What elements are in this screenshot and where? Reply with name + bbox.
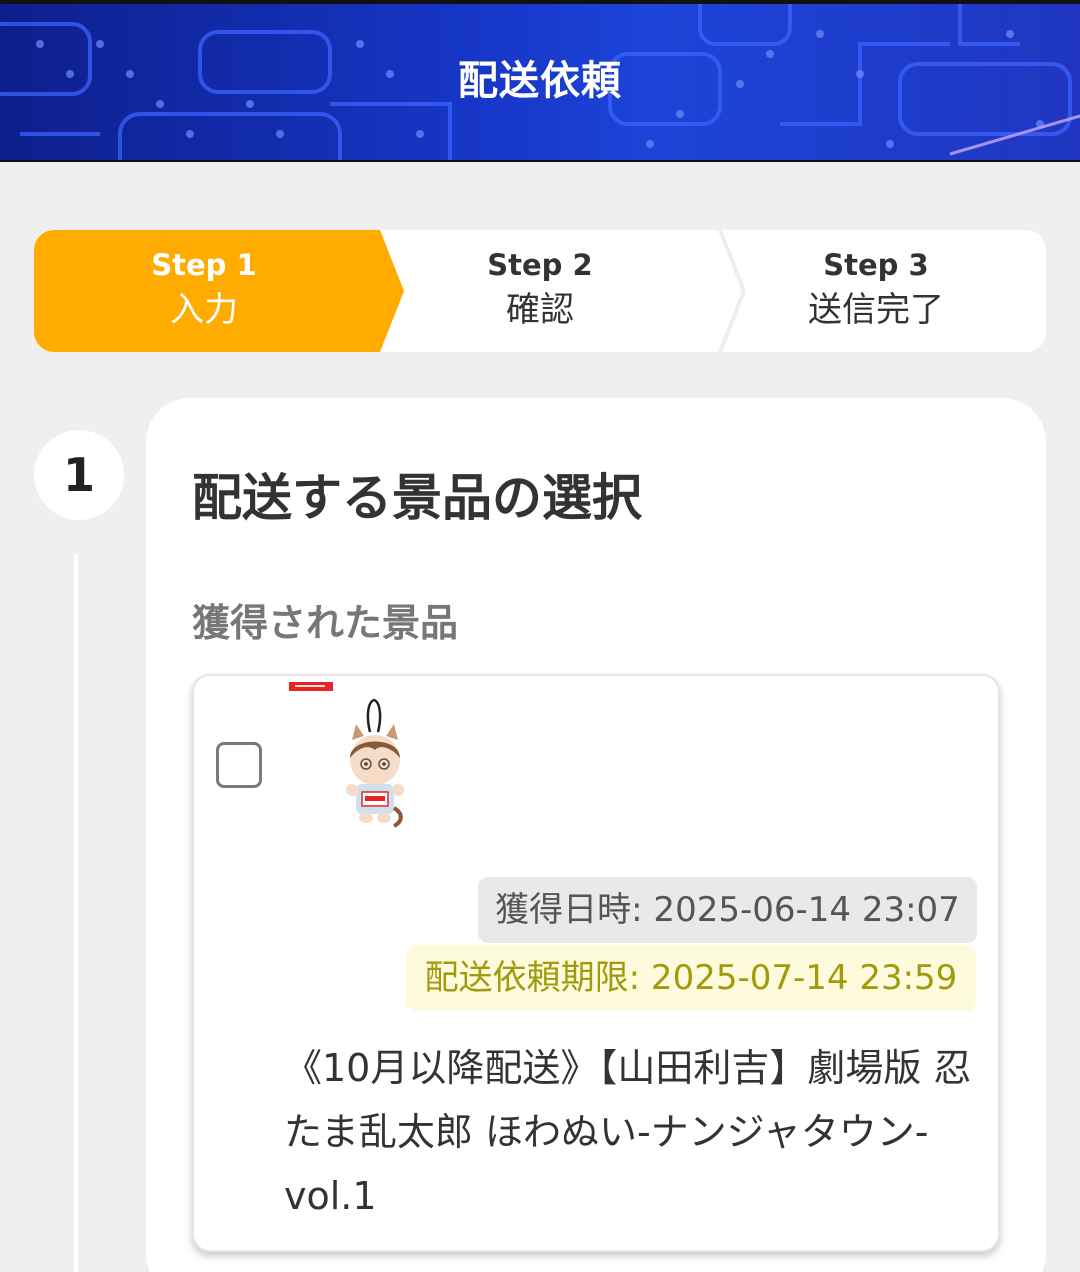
step-3-number: Step 3 [823,248,929,282]
step-1-number: Step 1 [151,248,257,282]
step-3: Step 3 送信完了 [706,246,1046,336]
header-bar: 配送依頼 [0,0,1080,162]
prize-name: 《10月以降配送》【山田利吉】劇場版 忍たま乱太郎 ほわぬい-ナンジャタウン-v… [284,1046,972,1218]
step-2-number: Step 2 [487,248,593,282]
step-2-label: 確認 [506,290,574,330]
section-subtitle: 獲得された景品 [192,601,459,645]
prize-thumbnail-icon [289,682,404,828]
acquired-datetime: 獲得日時: 2025-06-14 23:07 [478,877,977,943]
section-number-badge: 1 [34,430,124,520]
prize-select-checkbox[interactable] [216,742,262,788]
page-title: 配送依頼 [458,58,622,104]
progress-stepper: Step 1 入力 Step 2 確認 Step 3 送信完了 [34,230,1046,352]
step-1-label: 入力 [170,290,238,330]
section-title: 配送する景品の選択 [192,469,642,527]
delivery-deadline: 配送依頼期限: 2025-07-14 23:59 [406,945,976,1011]
timeline-line [74,554,78,1272]
step-3-label: 送信完了 [808,290,944,330]
step-1: Step 1 入力 [34,246,374,336]
step-2: Step 2 確認 [370,246,710,336]
